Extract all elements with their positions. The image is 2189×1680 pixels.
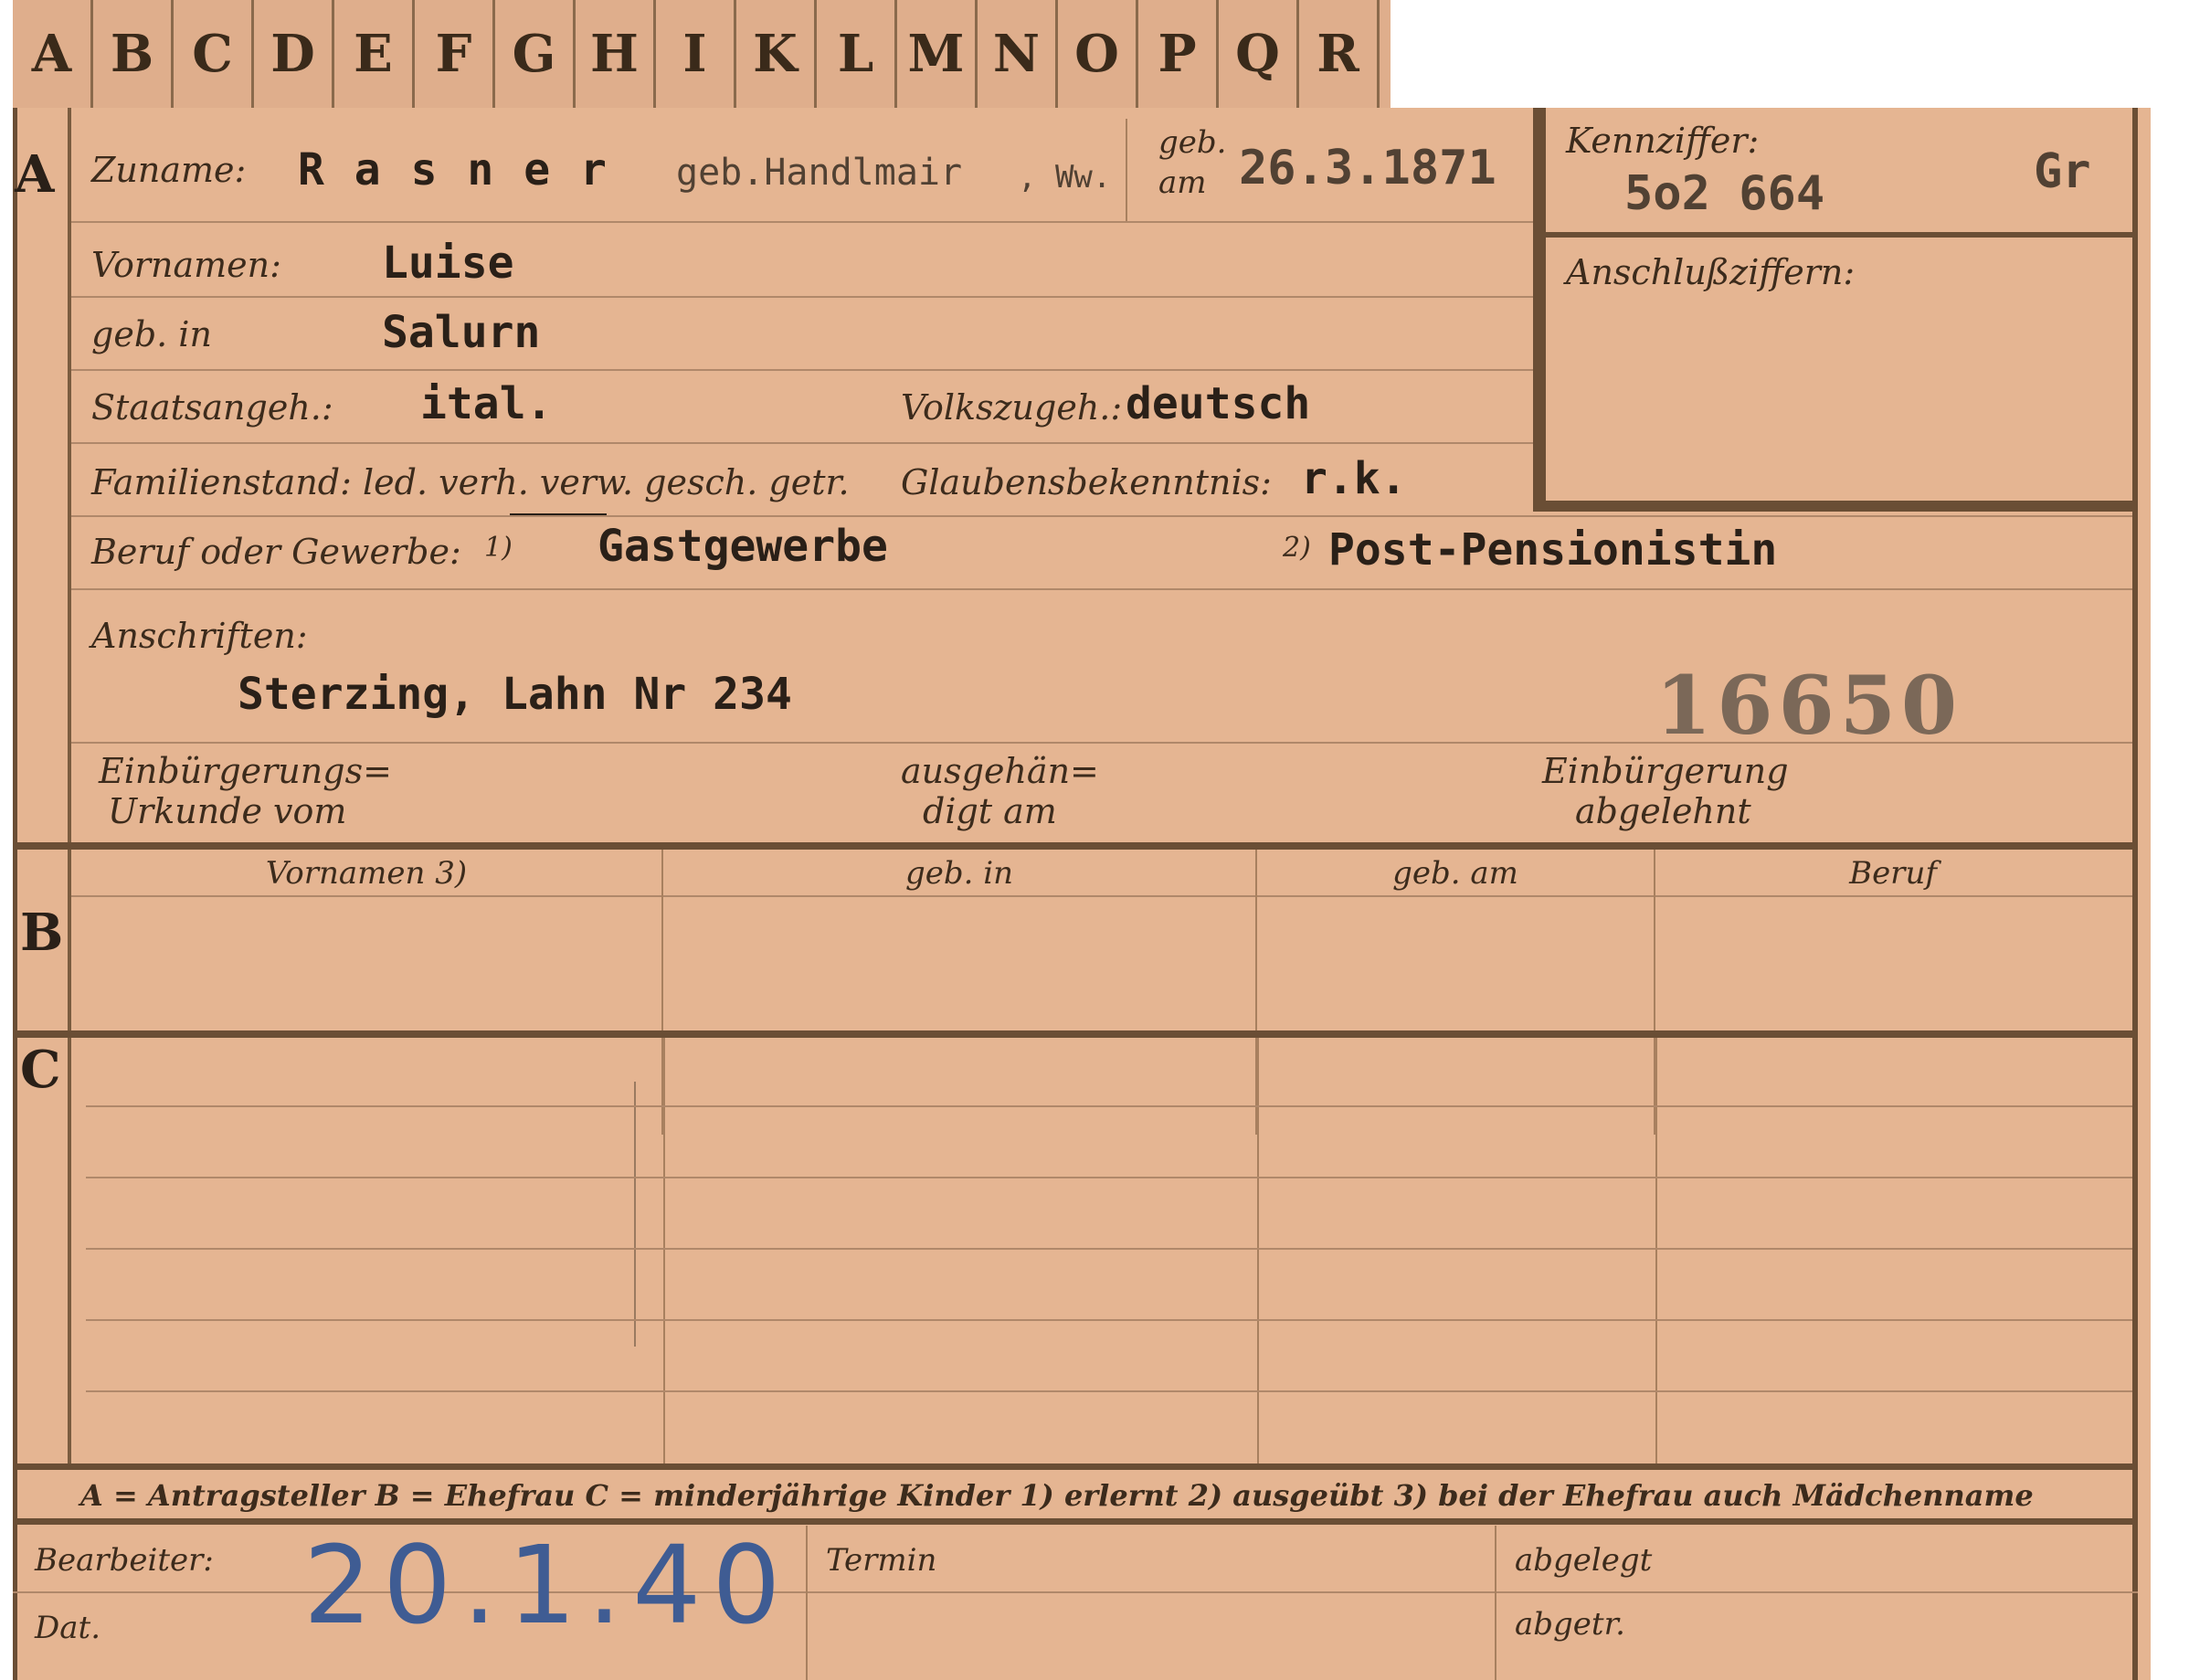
ethnicity-label: Volkszugeh.: — [901, 387, 1123, 428]
letter-tab[interactable]: R — [1299, 0, 1380, 108]
letter-tab[interactable]: E — [334, 0, 415, 108]
col-header-birthdate: geb. am — [1392, 855, 1518, 892]
rejected-label-2: abgelehnt — [1575, 791, 1751, 831]
card-left-border — [13, 108, 17, 1680]
letter-tab[interactable]: O — [1058, 0, 1138, 108]
section-c-left — [68, 1038, 71, 1469]
ident-box-divider — [1533, 232, 2132, 238]
note2-marker: 2) — [1283, 532, 1311, 564]
born-on-label-1: geb. — [1158, 124, 1227, 161]
linked-numbers-label: Anschlußziffern: — [1566, 252, 1856, 292]
religion-label: Glaubensbekenntnis: — [901, 462, 1272, 502]
profession-label: Beruf oder Gewerbe: — [91, 532, 461, 572]
handwritten-date: 20.1.40 — [303, 1522, 792, 1648]
profession-learned-value: Gastgewerbe — [597, 521, 888, 572]
profession-practiced-value: Post-Pensionistin — [1328, 524, 1778, 576]
letter-tab[interactable]: F — [415, 0, 495, 108]
legend-top — [13, 1463, 2138, 1470]
section-b-top — [13, 842, 2138, 850]
birthplace-value: Salurn — [382, 307, 541, 358]
col-header-firstnames: Vornamen 3) — [265, 855, 468, 892]
handed-label-1: ausgehän= — [901, 751, 1099, 791]
col-line — [1655, 1038, 1657, 1469]
firstnames-value: Luise — [382, 238, 514, 289]
letter-tab[interactable]: D — [254, 0, 334, 108]
row-line — [71, 296, 1533, 298]
family-status-label: Familienstand: led. verh. verw. gesch. g… — [91, 462, 850, 502]
other-label: abgetr. — [1515, 1606, 1625, 1643]
legend-text: A = Antragsteller B = Ehefrau C = minder… — [80, 1478, 2034, 1513]
address-label: Anschriften: — [91, 616, 308, 656]
birth-date-value: 26.3.1871 — [1239, 141, 1496, 195]
ident-label: Kennziffer: — [1566, 121, 1760, 161]
footer-col-line — [1495, 1526, 1496, 1680]
row-line — [71, 221, 1533, 223]
ethnicity-value: deutsch — [1126, 378, 1311, 429]
section-a-letter: A — [15, 144, 55, 205]
letter-tab[interactable]: H — [576, 0, 656, 108]
born-on-label-2: am — [1158, 164, 1207, 201]
maiden-name-value: geb.Handlmair — [676, 152, 963, 194]
date-label: Dat. — [35, 1610, 101, 1646]
firstnames-label: Vornamen: — [91, 245, 281, 285]
citizenship-value: ital. — [420, 378, 553, 429]
section-a-divider — [68, 108, 71, 846]
religion-value: r.k. — [1301, 453, 1407, 504]
row-line — [86, 1105, 2132, 1107]
footer-col-line — [806, 1526, 808, 1680]
surname-label: Zuname: — [91, 150, 247, 190]
letter-tabs: ABCDEFGHIKLMNOPQR — [13, 0, 1391, 112]
address-value: Sterzing, Lahn Nr 234 — [238, 669, 792, 720]
ident-number: 5o2 664 — [1624, 166, 1825, 221]
pencil-mark — [634, 1082, 636, 1347]
registration-card: A B C Zuname: R a s n e r geb.Handlmair … — [13, 108, 2151, 1680]
letter-tab[interactable]: M — [897, 0, 978, 108]
note1-marker: 1) — [484, 532, 513, 564]
letter-tab[interactable]: K — [736, 0, 817, 108]
citizenship-label: Staatsangeh.: — [91, 387, 333, 428]
col-header-profession: Beruf — [1849, 855, 1937, 892]
letter-tab[interactable]: L — [817, 0, 897, 108]
row-line — [86, 1177, 2132, 1178]
letter-tab[interactable]: N — [978, 0, 1058, 108]
row-line — [71, 369, 1533, 371]
row-line — [86, 1248, 2132, 1250]
maiden-suffix: , Ww. — [1018, 159, 1112, 195]
handed-label-2: digt am — [923, 791, 1057, 831]
row-line — [71, 515, 2132, 517]
deadline-label: Termin — [826, 1542, 937, 1579]
letter-tab[interactable]: I — [656, 0, 736, 108]
row-line — [86, 1390, 2132, 1392]
row-line — [71, 742, 2132, 744]
section-c-letter: C — [20, 1040, 61, 1100]
letter-tab[interactable]: G — [495, 0, 576, 108]
birthplace-label: geb. in — [91, 314, 212, 354]
col-line — [1257, 1038, 1259, 1469]
surname-value: R a s n e r — [298, 144, 608, 195]
ident-box-bottom — [1533, 501, 2132, 512]
letter-tab[interactable]: Q — [1219, 0, 1299, 108]
letter-tab[interactable]: A — [13, 0, 93, 108]
birthdate-divider — [1126, 119, 1127, 221]
header-line — [71, 895, 2132, 897]
section-c-top — [13, 1030, 2138, 1038]
letter-tab[interactable]: P — [1138, 0, 1219, 108]
naturalization-label-2: Urkunde vom — [108, 791, 347, 831]
filed-label: abgelegt — [1515, 1542, 1653, 1579]
ident-code: Gr — [2034, 144, 2091, 199]
card-right-border — [2132, 108, 2138, 1680]
col-header-birthplace: geb. in — [904, 855, 1014, 892]
rejected-label-1: Einbürgerung — [1542, 751, 1789, 791]
letter-tab[interactable]: C — [174, 0, 254, 108]
stamp-number: 16650 — [1655, 658, 1963, 753]
section-b-letter: B — [20, 903, 64, 963]
letter-tab[interactable]: B — [93, 0, 174, 108]
row-line — [86, 1319, 2132, 1321]
clerk-label: Bearbeiter: — [35, 1542, 214, 1579]
ident-box-left — [1533, 108, 1546, 510]
row-line — [71, 588, 2132, 590]
naturalization-label-1: Einbürgerungs= — [99, 751, 392, 791]
col-line — [663, 1038, 665, 1469]
row-line — [71, 442, 1533, 444]
